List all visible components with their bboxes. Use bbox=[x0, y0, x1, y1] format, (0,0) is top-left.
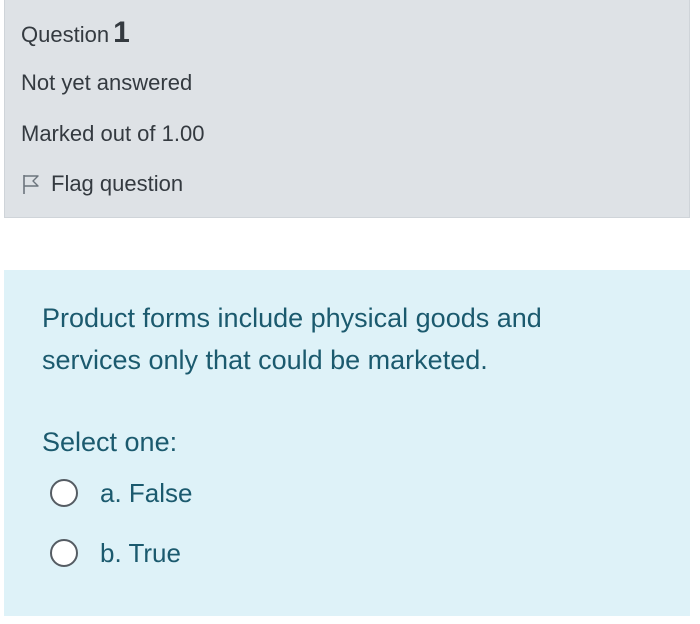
answer-option-false[interactable]: a. False bbox=[50, 476, 193, 510]
radio-button-false[interactable] bbox=[50, 479, 78, 507]
answer-prompt: Select one: bbox=[42, 427, 178, 457]
question-state: Not yet answered bbox=[21, 70, 193, 95]
question-info-panel: Question 1 Not yet answered Marked out of… bbox=[4, 0, 690, 218]
question-content-panel: Product forms include physical goods and… bbox=[4, 270, 690, 616]
flag-question-label: Flag question bbox=[51, 171, 184, 196]
question-text: Product forms include physical goods and… bbox=[42, 303, 542, 375]
answer-option-true[interactable]: b. True bbox=[50, 536, 181, 570]
question-label: Question bbox=[21, 22, 110, 47]
flag-outline-icon bbox=[21, 173, 41, 195]
question-grade: Marked out of 1.00 bbox=[21, 121, 205, 146]
question-heading: Question 1 bbox=[21, 18, 130, 50]
radio-button-true[interactable] bbox=[50, 539, 78, 567]
flag-question-link[interactable]: Flag question bbox=[21, 170, 183, 198]
answer-option-label: b. True bbox=[100, 538, 181, 568]
answer-option-label: a. False bbox=[100, 478, 193, 508]
question-number: 1 bbox=[113, 16, 130, 49]
